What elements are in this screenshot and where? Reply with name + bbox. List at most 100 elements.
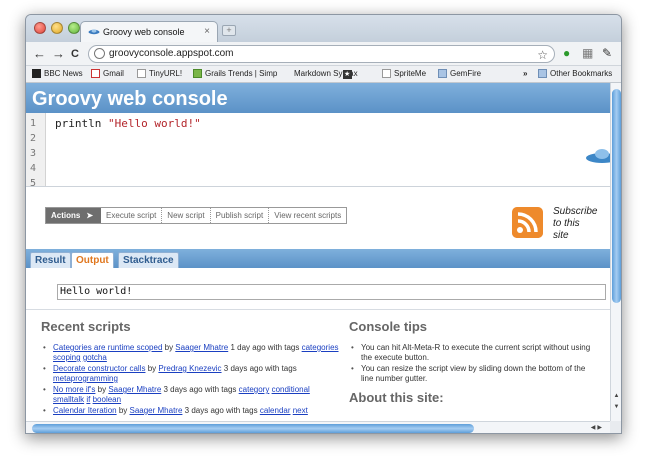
- tab-close-icon[interactable]: ×: [204, 26, 210, 37]
- script-link[interactable]: Decorate constructor calls: [53, 364, 145, 373]
- execute-script-button[interactable]: Execute script: [101, 208, 162, 223]
- grails-icon: [193, 69, 202, 78]
- gmail-icon: [91, 69, 100, 78]
- browser-toolbar: ← → C groovyconsole.appspot.com ☆ ● ▦ ✎: [26, 42, 621, 66]
- list-item: You can resize the script view by slidin…: [349, 364, 599, 384]
- publish-script-button[interactable]: Publish script: [209, 208, 269, 223]
- author-link[interactable]: Saager Mhatre: [175, 343, 228, 352]
- subscribe-text: Subscribe: [553, 206, 598, 217]
- folder-icon: [438, 69, 447, 78]
- tag-link[interactable]: category: [239, 385, 270, 394]
- line-number: 3: [30, 148, 37, 159]
- tab-result[interactable]: Result: [30, 252, 71, 268]
- author-link[interactable]: Saager Mhatre: [130, 406, 183, 415]
- bookmark-bbc-news[interactable]: BBC News: [32, 69, 83, 78]
- tag-link[interactable]: next: [293, 406, 308, 415]
- address-bar[interactable]: groovyconsole.appspot.com ☆: [88, 45, 555, 63]
- reload-icon[interactable]: C: [71, 46, 79, 62]
- tag-link[interactable]: gotcha: [83, 353, 107, 362]
- view-recent-scripts-button[interactable]: View recent scripts: [268, 208, 347, 223]
- bookmark-spriteme[interactable]: SpriteMe: [382, 69, 426, 78]
- script-link[interactable]: Calendar Iteration: [53, 406, 117, 415]
- resize-corner[interactable]: [610, 421, 621, 433]
- author-link[interactable]: Predrag Knezevic: [158, 364, 221, 373]
- tag-link[interactable]: boolean: [93, 395, 121, 404]
- list-item: No more if's by Saager Mhatre 3 days ago…: [41, 385, 341, 405]
- tag-link[interactable]: metaprogramming: [53, 374, 118, 383]
- code-line[interactable]: println "Hello world!": [55, 116, 201, 131]
- url-text: groovyconsole.appspot.com: [109, 48, 234, 59]
- line-number: 2: [30, 133, 37, 144]
- vertical-scroll-thumb[interactable]: [612, 89, 621, 303]
- tab-stacktrace[interactable]: Stacktrace: [118, 252, 179, 268]
- tab-strip: Groovy web console × +: [26, 15, 621, 42]
- line-number-gutter[interactable]: 1 2 3 4 5: [26, 113, 46, 189]
- new-tab-button[interactable]: +: [222, 25, 236, 36]
- output-panel: Hello world!: [57, 284, 606, 300]
- by-text: by: [162, 343, 176, 352]
- close-window-button[interactable]: [34, 22, 46, 34]
- actions-toolbar: Actions ➤ Execute script New script Publi…: [45, 207, 348, 224]
- tag-link[interactable]: scoping: [53, 353, 81, 362]
- script-link[interactable]: No more if's: [53, 385, 95, 394]
- code-string: "Hello world!": [107, 117, 201, 130]
- horizontal-scrollbar[interactable]: ◀▶: [26, 421, 610, 433]
- folder-icon: [538, 69, 547, 78]
- star-icon: ★: [342, 70, 352, 79]
- bookmark-label: SpriteMe: [394, 69, 427, 78]
- subscribe-text: to this: [553, 218, 580, 229]
- bookmark-star-icon[interactable]: ☆: [537, 47, 548, 63]
- list-item: Calendar Iteration by Saager Mhatre 3 da…: [41, 406, 341, 416]
- author-link[interactable]: Saager Mhatre: [108, 385, 161, 394]
- horizontal-scroll-thumb[interactable]: [32, 424, 474, 433]
- bookmark-label: Gmail: [103, 69, 124, 78]
- bookmark-gemfire[interactable]: GemFire: [438, 69, 481, 78]
- tab-title: Groovy web console: [103, 27, 185, 37]
- bookmark-gmail[interactable]: Gmail: [91, 69, 124, 78]
- bookmark-label: Other Bookmarks: [550, 69, 613, 78]
- section-divider: [26, 309, 610, 310]
- wrench-icon[interactable]: ✎: [602, 46, 612, 60]
- bookmarks-overflow-button[interactable]: »: [523, 69, 527, 78]
- list-item: Categories are runtime scoped by Saager …: [41, 343, 341, 363]
- browser-window: Groovy web console × + ← → C groovyconso…: [25, 14, 622, 434]
- scroll-up-icon[interactable]: ▲: [612, 392, 621, 401]
- vertical-scrollbar[interactable]: ▲ ▼: [610, 83, 621, 421]
- console-tips-list: You can hit Alt-Meta-R to execute the cu…: [349, 343, 599, 384]
- recent-scripts-section: Recent scripts Categories are runtime sc…: [41, 319, 341, 417]
- bookmark-markdown-syntax[interactable]: ★ Markdown Syntax: [294, 69, 358, 79]
- extension-grid-icon[interactable]: ▦: [582, 46, 593, 60]
- subscribe-link[interactable]: Subscribe to this site: [553, 206, 597, 242]
- bookmark-label: TinyURL!: [149, 69, 183, 78]
- rss-feed-icon[interactable]: [512, 207, 543, 238]
- back-icon[interactable]: ←: [33, 46, 46, 62]
- script-link[interactable]: Categories are runtime scoped: [53, 343, 162, 352]
- groovy-favicon-icon: [88, 29, 100, 35]
- bookmark-other-bookmarks[interactable]: Other Bookmarks: [538, 69, 612, 78]
- browser-tab[interactable]: Groovy web console ×: [80, 21, 218, 42]
- tag-link[interactable]: if: [86, 395, 90, 404]
- time-text: 3 days ago with tags: [221, 364, 297, 373]
- bookmark-label: GemFire: [450, 69, 482, 78]
- forward-icon[interactable]: →: [52, 46, 65, 62]
- time-text: 3 days ago with tags: [182, 406, 260, 415]
- tag-link[interactable]: smalltalk: [53, 395, 84, 404]
- tab-output[interactable]: Output: [71, 252, 114, 268]
- bookmark-grails-trends[interactable]: Grails Trends | Simp: [193, 69, 277, 78]
- zoom-window-button[interactable]: [68, 22, 80, 34]
- scroll-down-icon[interactable]: ▼: [612, 403, 621, 412]
- bookmark-label: Grails Trends | Simp: [205, 69, 278, 78]
- bookmark-tinyurl[interactable]: TinyURL!: [137, 69, 182, 78]
- tag-link[interactable]: categories: [302, 343, 339, 352]
- code-editor[interactable]: 1 2 3 4 5 println "Hello world!": [26, 113, 610, 189]
- extension-green-icon[interactable]: ●: [563, 46, 570, 60]
- minimize-window-button[interactable]: [51, 22, 63, 34]
- arrow-right-icon: ➤: [86, 211, 94, 220]
- scroll-left-right-icon[interactable]: ◀▶: [591, 424, 604, 431]
- tag-link[interactable]: calendar: [260, 406, 291, 415]
- console-tips-title: Console tips: [349, 319, 428, 334]
- actions-text: Actions: [51, 211, 81, 220]
- tag-link[interactable]: conditional: [272, 385, 310, 394]
- new-script-button[interactable]: New script: [161, 208, 210, 223]
- by-text: by: [145, 364, 159, 373]
